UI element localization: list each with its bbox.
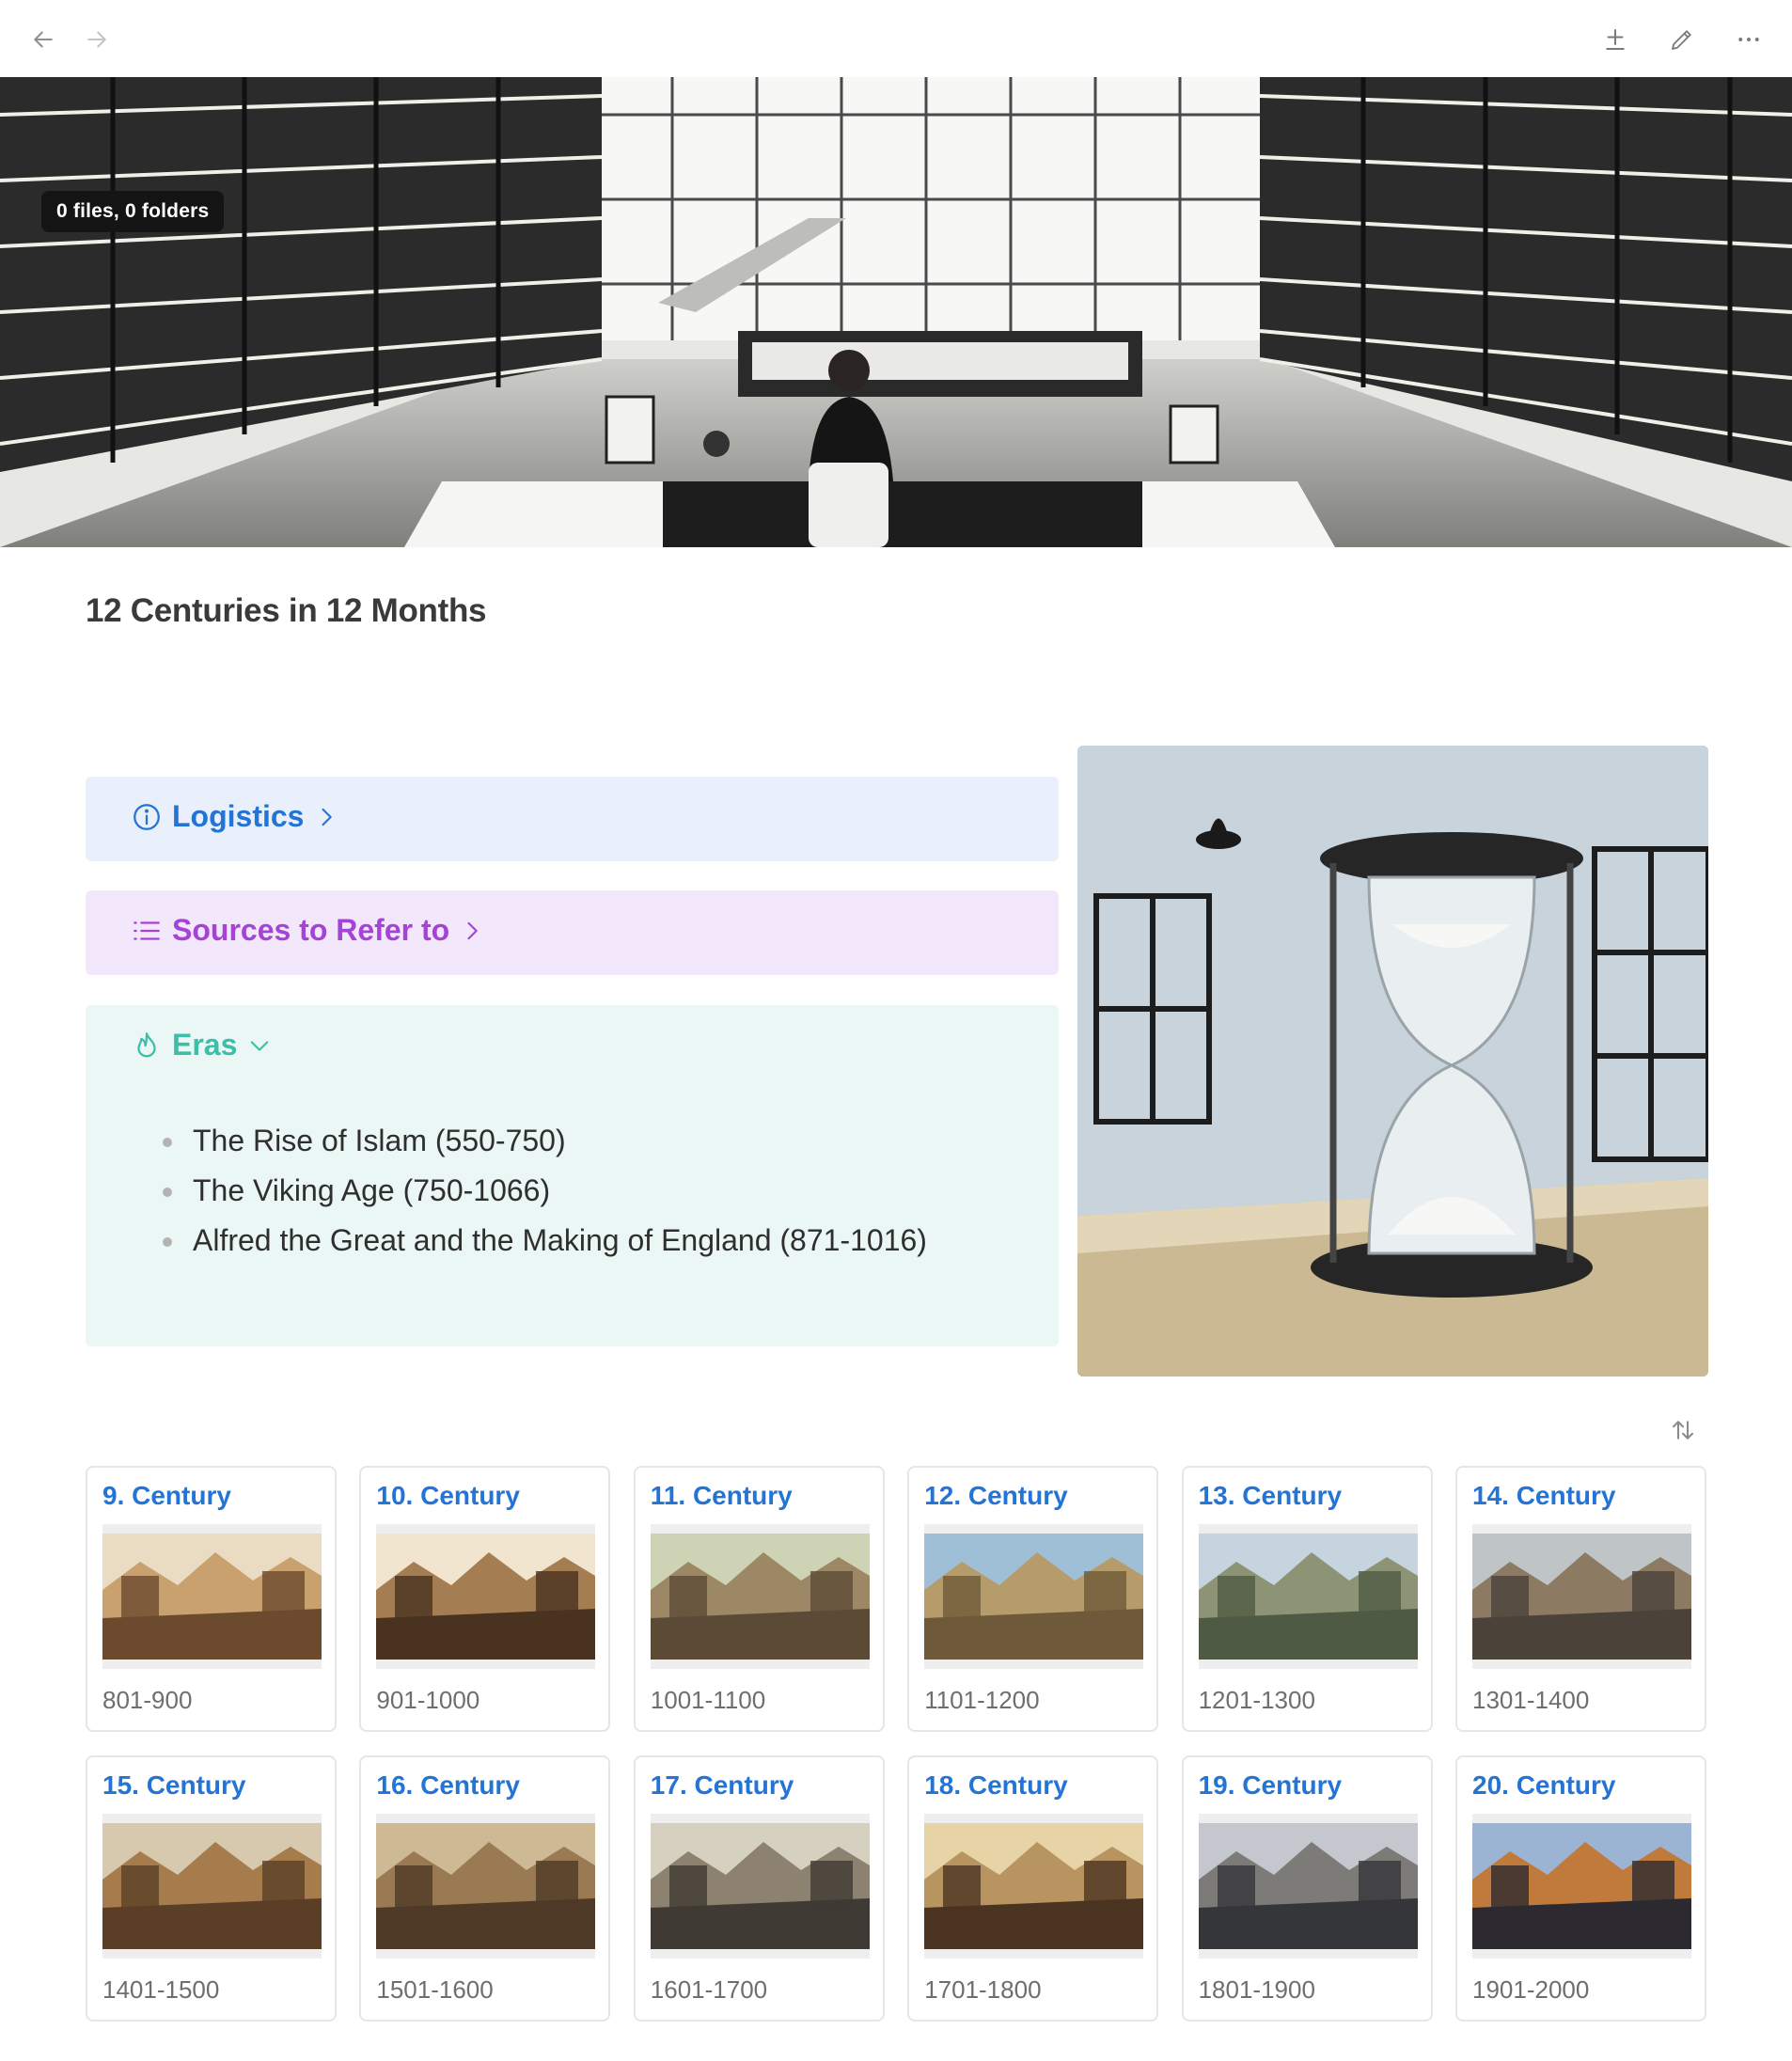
card-thumbnail bbox=[376, 1524, 596, 1669]
century-scene-image bbox=[924, 1534, 1144, 1660]
chevron-right-icon bbox=[322, 808, 333, 826]
sources-label: Sources to Refer to bbox=[172, 913, 450, 947]
card-title[interactable]: 17. Century bbox=[651, 1770, 794, 1801]
add-button[interactable] bbox=[1596, 21, 1634, 58]
century-card[interactable]: 20. Century 1901-2000 bbox=[1455, 1755, 1706, 2022]
card-thumbnail bbox=[376, 1814, 596, 1959]
card-title[interactable]: 18. Century bbox=[924, 1770, 1068, 1801]
century-card[interactable]: 9. Century 801-900 bbox=[86, 1466, 337, 1732]
info-icon bbox=[134, 803, 160, 830]
plus-icon bbox=[1606, 29, 1625, 50]
card-date-range: 1701-1800 bbox=[924, 1975, 1042, 2004]
card-date-range: 1801-1900 bbox=[1198, 1975, 1315, 2004]
hourglass-image bbox=[1077, 746, 1708, 1377]
card-date-range: 1501-1600 bbox=[376, 1975, 494, 2004]
more-horizontal-icon bbox=[1738, 38, 1759, 41]
century-scene-image bbox=[1198, 1823, 1418, 1949]
card-thumbnail bbox=[924, 1814, 1144, 1959]
eras-callout: Eras The Rise of Islam (550-750) The Vik… bbox=[86, 1005, 1059, 1346]
century-card[interactable]: 17. Century 1601-1700 bbox=[633, 1755, 885, 2022]
century-card[interactable]: 18. Century 1701-1800 bbox=[907, 1755, 1159, 2022]
card-date-range: 1001-1100 bbox=[650, 1686, 766, 1714]
logistics-label: Logistics bbox=[172, 799, 305, 833]
card-title[interactable]: 16. Century bbox=[376, 1770, 520, 1801]
card-title[interactable]: 9. Century bbox=[102, 1481, 231, 1511]
card-thumbnail bbox=[924, 1524, 1144, 1669]
page-title: 12 Centuries in 12 Months bbox=[86, 592, 487, 629]
back-button[interactable] bbox=[24, 21, 62, 58]
century-scene-image bbox=[1472, 1823, 1691, 1949]
century-card[interactable]: 14. Century 1301-1400 bbox=[1455, 1466, 1706, 1732]
sort-button[interactable] bbox=[1666, 1413, 1700, 1447]
forward-button[interactable] bbox=[78, 21, 116, 58]
card-title[interactable]: 13. Century bbox=[1199, 1481, 1343, 1511]
sources-toggle[interactable]: Sources to Refer to bbox=[131, 913, 485, 948]
sources-callout: Sources to Refer to bbox=[86, 890, 1059, 975]
eras-list: The Rise of Islam (550-750) The Viking A… bbox=[161, 1122, 927, 1271]
top-toolbar bbox=[0, 0, 1792, 77]
card-date-range: 1301-1400 bbox=[1472, 1686, 1590, 1714]
century-scene-image bbox=[376, 1823, 596, 1949]
list-item: The Viking Age (750-1066) bbox=[161, 1172, 927, 1221]
list-item: Alfred the Great and the Making of Engla… bbox=[161, 1221, 927, 1271]
card-title[interactable]: 14. Century bbox=[1472, 1481, 1616, 1511]
card-date-range: 1901-2000 bbox=[1472, 1975, 1590, 2004]
century-card[interactable]: 11. Century 1001-1100 bbox=[633, 1466, 885, 1732]
more-button[interactable] bbox=[1730, 21, 1768, 58]
card-date-range: 901-1000 bbox=[376, 1686, 480, 1714]
century-card[interactable]: 10. Century 901-1000 bbox=[359, 1466, 611, 1732]
card-thumbnail bbox=[650, 1814, 870, 1959]
card-date-range: 1401-1500 bbox=[102, 1975, 220, 2004]
logistics-callout: Logistics bbox=[86, 777, 1059, 861]
arrow-left-icon bbox=[34, 31, 53, 48]
century-scene-image bbox=[1472, 1534, 1691, 1660]
card-date-range: 1201-1300 bbox=[1198, 1686, 1315, 1714]
century-card[interactable]: 16. Century 1501-1600 bbox=[359, 1755, 611, 2022]
century-scene-image bbox=[650, 1534, 870, 1660]
card-thumbnail bbox=[1472, 1814, 1691, 1959]
hourglass-illustration bbox=[1077, 746, 1708, 1377]
century-card[interactable]: 15. Century 1401-1500 bbox=[86, 1755, 337, 2022]
century-card[interactable]: 13. Century 1201-1300 bbox=[1181, 1466, 1433, 1732]
eras-toggle[interactable]: Eras bbox=[131, 1028, 273, 1062]
card-title[interactable]: 15. Century bbox=[102, 1770, 246, 1801]
card-date-range: 801-900 bbox=[102, 1686, 193, 1714]
card-title[interactable]: 19. Century bbox=[1199, 1770, 1343, 1801]
chevron-down-icon bbox=[251, 1040, 269, 1051]
century-scene-image bbox=[102, 1823, 322, 1949]
card-thumbnail bbox=[1198, 1814, 1418, 1959]
arrow-right-icon bbox=[87, 31, 106, 48]
logistics-toggle[interactable]: Logistics bbox=[131, 799, 339, 834]
card-date-range: 1601-1700 bbox=[650, 1975, 768, 2004]
century-scene-image bbox=[1198, 1534, 1418, 1660]
century-scene-image bbox=[102, 1534, 322, 1660]
pencil-icon bbox=[1672, 30, 1691, 50]
card-title[interactable]: 10. Century bbox=[376, 1481, 520, 1511]
list-item: The Rise of Islam (550-750) bbox=[161, 1122, 927, 1172]
century-card[interactable]: 19. Century 1801-1900 bbox=[1181, 1755, 1433, 2022]
century-scene-image bbox=[376, 1534, 596, 1660]
century-scene-image bbox=[650, 1823, 870, 1949]
cover-image: 0 files, 0 folders bbox=[0, 77, 1792, 547]
card-title[interactable]: 12. Century bbox=[924, 1481, 1068, 1511]
card-thumbnail bbox=[102, 1814, 322, 1959]
list-icon bbox=[134, 920, 160, 940]
card-thumbnail bbox=[1198, 1524, 1418, 1669]
card-thumbnail bbox=[1472, 1524, 1691, 1669]
card-thumbnail bbox=[102, 1524, 322, 1669]
files-count-badge: 0 files, 0 folders bbox=[41, 191, 225, 232]
century-scene-image bbox=[924, 1823, 1144, 1949]
flame-icon bbox=[137, 1031, 156, 1057]
century-card[interactable]: 12. Century 1101-1200 bbox=[907, 1466, 1159, 1732]
eras-label: Eras bbox=[172, 1028, 238, 1062]
card-date-range: 1101-1200 bbox=[924, 1686, 1040, 1714]
chevron-right-icon bbox=[467, 921, 478, 939]
card-thumbnail bbox=[650, 1524, 870, 1669]
card-title[interactable]: 11. Century bbox=[651, 1481, 793, 1511]
edit-button[interactable] bbox=[1663, 21, 1701, 58]
card-title[interactable]: 20. Century bbox=[1472, 1770, 1616, 1801]
library-illustration bbox=[0, 77, 1792, 547]
sort-arrows-icon bbox=[1673, 1421, 1693, 1440]
